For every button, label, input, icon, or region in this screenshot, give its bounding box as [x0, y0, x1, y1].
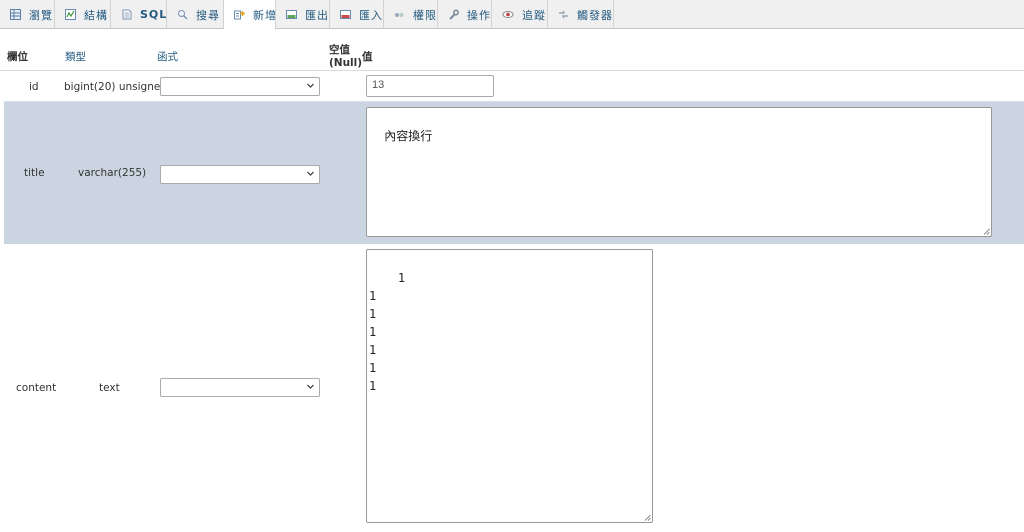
chevron-down-icon [307, 384, 314, 389]
table-header: 欄位 類型 函式 空值 (Null) 值 [0, 40, 1024, 71]
value-textarea[interactable]: 1 1 1 1 1 1 1 [366, 249, 653, 523]
value-text: 內容換行 [384, 129, 433, 143]
chevron-down-icon [307, 171, 314, 176]
tab-triggers[interactable]: 觸發器 [548, 0, 614, 29]
tab-label: 匯入 [359, 8, 383, 22]
tracking-icon [502, 9, 514, 21]
tab-tracking[interactable]: 追蹤 [492, 0, 548, 29]
header-function[interactable]: 函式 [157, 49, 178, 64]
triggers-icon [558, 9, 569, 21]
tab-search[interactable]: 搜尋 [167, 0, 224, 29]
tab-insert[interactable]: 新增 [224, 0, 276, 30]
header-column: 欄位 [7, 51, 28, 63]
browse-icon [10, 9, 21, 21]
insert-icon [234, 9, 245, 21]
structure-icon [65, 9, 76, 21]
column-name: id [29, 81, 39, 93]
table-row: id bigint(20) unsigned 13 [4, 72, 1024, 101]
header-null: 空值 (Null) [329, 42, 362, 69]
tab-bar: 瀏覽 結構 SQL 搜尋 新增 匯出 匯入 權限 操作 追蹤 觸發器 [0, 0, 1024, 30]
resize-grip-icon[interactable] [644, 514, 651, 521]
import-icon [340, 9, 351, 21]
value-text: 1 1 1 1 1 1 1 [369, 271, 406, 393]
header-null-line1: 空值 [329, 44, 350, 56]
value-input[interactable]: 13 [366, 75, 494, 97]
tab-label: 瀏覽 [29, 8, 53, 22]
function-select[interactable] [160, 165, 320, 184]
tab-export[interactable]: 匯出 [276, 0, 330, 29]
operations-icon [448, 9, 459, 21]
tab-browse[interactable]: 瀏覽 [0, 0, 55, 29]
tab-label: 追蹤 [522, 8, 546, 22]
column-type: bigint(20) unsigned [64, 81, 167, 93]
header-value: 值 [362, 51, 373, 63]
tab-label: 觸發器 [577, 8, 613, 22]
table-row: title varchar(255) 內容換行 [4, 101, 1024, 244]
tab-label: 新增 [253, 8, 277, 22]
tab-label: 搜尋 [196, 8, 220, 22]
header-type[interactable]: 類型 [65, 49, 86, 64]
column-name: content [16, 382, 57, 394]
value-textarea[interactable]: 內容換行 [366, 107, 992, 237]
table-row: content text 1 1 1 1 1 1 1 [4, 245, 1024, 532]
sql-icon [121, 9, 132, 21]
function-select[interactable] [160, 77, 320, 96]
tab-label: 操作 [467, 8, 491, 22]
export-icon [286, 9, 297, 21]
tab-operations[interactable]: 操作 [438, 0, 492, 29]
tab-label: 匯出 [305, 8, 329, 22]
column-type: text [99, 382, 120, 394]
tab-label: 權限 [413, 8, 437, 22]
column-type: varchar(255) [78, 167, 147, 179]
search-icon [177, 9, 188, 21]
tab-label: 結構 [84, 8, 108, 22]
header-null-line2: (Null) [329, 57, 363, 69]
tab-privileges[interactable]: 權限 [384, 0, 438, 29]
tab-import[interactable]: 匯入 [330, 0, 384, 29]
tab-structure[interactable]: 結構 [55, 0, 111, 29]
privileges-icon [394, 9, 405, 21]
tab-label: SQL [140, 8, 168, 21]
tab-sql[interactable]: SQL [111, 0, 167, 29]
resize-grip-icon[interactable] [983, 228, 990, 235]
column-name: title [24, 167, 45, 179]
chevron-down-icon [307, 83, 314, 88]
function-select[interactable] [160, 378, 320, 397]
